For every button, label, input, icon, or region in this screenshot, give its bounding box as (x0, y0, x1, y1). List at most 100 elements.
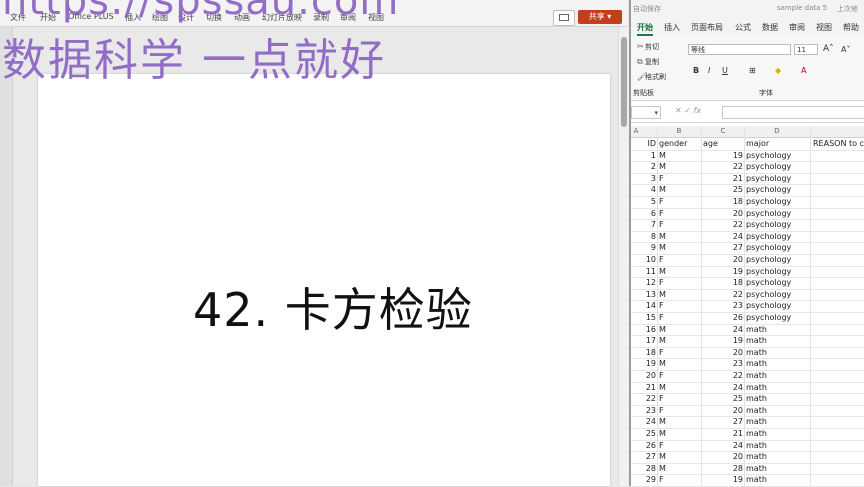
cell-id[interactable]: 19 (631, 358, 656, 369)
cell-age[interactable]: 24 (703, 231, 743, 242)
cell-id[interactable]: 26 (631, 440, 656, 451)
cell-age[interactable]: 22 (703, 161, 743, 172)
cell-gender[interactable]: F (659, 405, 664, 416)
cell-major[interactable]: math (746, 370, 767, 381)
cell-gender[interactable]: F (659, 393, 664, 404)
cell-id[interactable]: 27 (631, 451, 656, 462)
cell-gender[interactable]: M (659, 416, 666, 427)
cell-major[interactable]: math (746, 428, 767, 439)
cell-major[interactable]: math (746, 463, 767, 474)
cell-id[interactable]: 18 (631, 347, 656, 358)
cell-age[interactable]: 20 (703, 208, 743, 219)
cell-gender[interactable]: F (659, 370, 664, 381)
font-name-select[interactable]: 等线 (688, 44, 791, 55)
cell-age[interactable]: 19 (703, 474, 743, 485)
cell-gender[interactable]: F (659, 173, 664, 184)
cell-gender[interactable]: M (659, 463, 666, 474)
italic-button[interactable]: I (708, 66, 710, 75)
cell-age[interactable]: 24 (703, 324, 743, 335)
cell-gender[interactable]: M (659, 451, 666, 462)
cell-gender[interactable]: M (659, 184, 666, 195)
font-color-icon[interactable]: A (801, 66, 806, 75)
cell-age[interactable]: 19 (703, 266, 743, 277)
name-box[interactable]: ▾ (631, 106, 661, 119)
cell-age[interactable]: 21 (703, 428, 743, 439)
cell-major[interactable]: psychology (746, 208, 791, 219)
cell-gender[interactable]: M (659, 266, 666, 277)
cell-age[interactable]: 18 (703, 196, 743, 207)
cut-button[interactable]: ✂剪切 (637, 42, 659, 52)
cell-major[interactable]: psychology (746, 277, 791, 288)
cell-major[interactable]: math (746, 451, 767, 462)
increase-font-icon[interactable]: A˄ (823, 44, 834, 54)
cell-gender[interactable]: M (659, 161, 666, 172)
fill-color-icon[interactable]: ◆ (775, 66, 781, 75)
cell-id[interactable]: 28 (631, 463, 656, 474)
cell-major[interactable]: psychology (746, 184, 791, 195)
cell-id[interactable]: 7 (631, 219, 656, 230)
cell-gender[interactable]: M (659, 242, 666, 253)
slide-canvas[interactable]: 42. 卡方检验 (38, 74, 610, 486)
cell-age[interactable]: 23 (703, 358, 743, 369)
formula-input[interactable] (722, 106, 864, 119)
cell-age[interactable]: 19 (703, 150, 743, 161)
xl-tab-formulas[interactable]: 公式 (735, 22, 751, 33)
cell-age[interactable]: 18 (703, 277, 743, 288)
xl-tab-data[interactable]: 数据 (762, 22, 778, 33)
cell-gender[interactable]: M (659, 382, 666, 393)
cell-age[interactable]: 24 (703, 382, 743, 393)
ppt-vertical-scrollbar[interactable] (618, 27, 629, 486)
comment-button[interactable] (553, 10, 575, 26)
enter-icon[interactable]: ✓ (684, 106, 691, 115)
slide-thumbnail-pane[interactable] (0, 27, 13, 486)
cell-gender[interactable]: M (659, 324, 666, 335)
header-reason[interactable]: REASON to cl (813, 138, 864, 149)
cell-gender[interactable]: M (659, 358, 666, 369)
cell-id[interactable]: 11 (631, 266, 656, 277)
cell-major[interactable]: psychology (746, 231, 791, 242)
cell-major[interactable]: psychology (746, 289, 791, 300)
cell-id[interactable]: 17 (631, 335, 656, 346)
cell-major[interactable]: math (746, 474, 767, 485)
cell-major[interactable]: psychology (746, 312, 791, 323)
cell-id[interactable]: 1 (631, 150, 656, 161)
cell-age[interactable]: 25 (703, 184, 743, 195)
cell-age[interactable]: 27 (703, 242, 743, 253)
cell-id[interactable]: 20 (631, 370, 656, 381)
cell-major[interactable]: math (746, 324, 767, 335)
cell-major[interactable]: math (746, 416, 767, 427)
cell-id[interactable]: 6 (631, 208, 656, 219)
cell-major[interactable]: math (746, 440, 767, 451)
xl-tab-insert[interactable]: 插入 (664, 22, 680, 33)
cell-gender[interactable]: M (659, 289, 666, 300)
cell-gender[interactable]: F (659, 474, 664, 485)
cell-id[interactable]: 24 (631, 416, 656, 427)
xl-tab-review[interactable]: 审阅 (789, 22, 805, 33)
cell-id[interactable]: 16 (631, 324, 656, 335)
cell-major[interactable]: math (746, 382, 767, 393)
cell-gender[interactable]: M (659, 231, 666, 242)
cell-age[interactable]: 27 (703, 416, 743, 427)
fx-icon[interactable]: fx (694, 106, 702, 115)
cell-major[interactable]: math (746, 347, 767, 358)
cell-gender[interactable]: F (659, 277, 664, 288)
underline-button[interactable]: U (722, 66, 728, 75)
cell-gender[interactable]: F (659, 312, 664, 323)
column-header-a[interactable]: A (631, 127, 641, 135)
header-major[interactable]: major (746, 138, 769, 149)
cell-major[interactable]: math (746, 358, 767, 369)
cell-age[interactable]: 21 (703, 173, 743, 184)
cell-age[interactable]: 25 (703, 393, 743, 404)
cell-id[interactable]: 4 (631, 184, 656, 195)
column-header-c[interactable]: C (715, 127, 731, 135)
header-age[interactable]: age (703, 138, 718, 149)
header-gender[interactable]: gender (659, 138, 687, 149)
cell-gender[interactable]: M (659, 150, 666, 161)
cancel-icon[interactable]: ✕ (675, 106, 682, 115)
cell-major[interactable]: psychology (746, 161, 791, 172)
cell-id[interactable]: 22 (631, 393, 656, 404)
xl-tab-home[interactable]: 开始 (637, 22, 653, 36)
cell-id[interactable]: 10 (631, 254, 656, 265)
cell-id[interactable]: 21 (631, 382, 656, 393)
cell-major[interactable]: psychology (746, 266, 791, 277)
